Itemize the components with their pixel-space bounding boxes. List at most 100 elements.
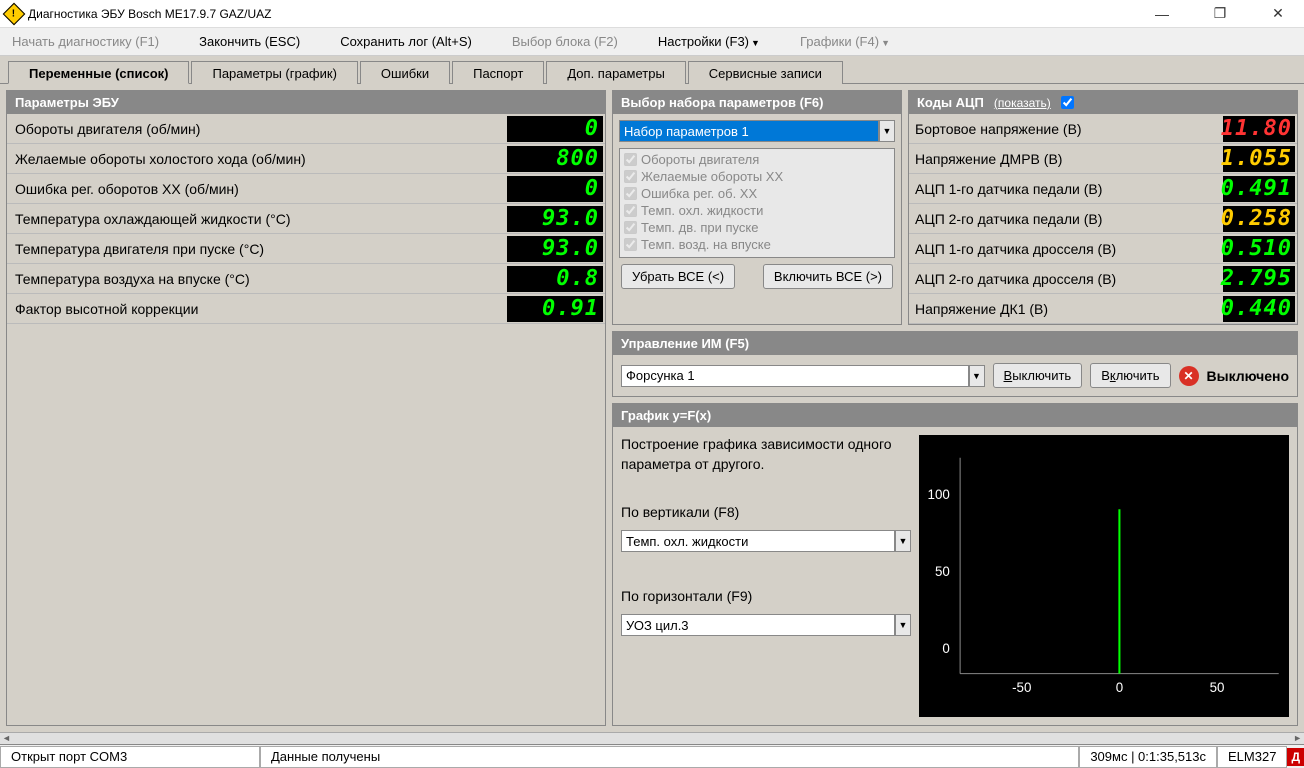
status-port: Открыт порт COM3 — [0, 746, 260, 768]
im-control-header: Управление ИМ (F5) — [613, 332, 1297, 355]
svg-text:50: 50 — [935, 564, 950, 579]
graph-panel: График y=F(x) Построение графика зависим… — [612, 403, 1298, 726]
im-on-button[interactable]: Включить — [1090, 363, 1170, 388]
horizontal-axis-select[interactable]: УОЗ цил.3 — [621, 614, 895, 636]
code-label: Напряжение ДК1 (В) — [909, 301, 1223, 317]
param-label: Желаемые обороты холостого хода (об/мин) — [7, 151, 507, 167]
param-check-item[interactable]: Темп. дв. при пуске — [622, 219, 892, 236]
param-checkbox[interactable] — [624, 170, 637, 183]
vertical-axis-label: По вертикали (F8) — [621, 504, 911, 520]
status-timing: 309мс | 0:1:35,513с — [1079, 746, 1217, 768]
vertical-axis-select[interactable]: Темп. охл. жидкости — [621, 530, 895, 552]
adc-code-row: Напряжение ДК1 (В)0.440 — [909, 294, 1297, 324]
ecu-param-row: Температура воздуха на впуске (°C)0.8 — [7, 264, 605, 294]
adc-code-row: АЦП 2-го датчика дросселя (В)2.795 — [909, 264, 1297, 294]
ecu-param-row: Желаемые обороты холостого хода (об/мин)… — [7, 144, 605, 174]
ecu-param-row: Обороты двигателя (об/мин)0 — [7, 114, 605, 144]
window-title: Диагностика ЭБУ Bosch ME17.9.7 GAZ/UAZ — [28, 7, 1142, 21]
param-checkbox[interactable] — [624, 153, 637, 166]
status-adapter: ELM327 — [1217, 746, 1287, 768]
param-set-panel: Выбор набора параметров (F6) Набор парам… — [612, 90, 902, 325]
remove-all-button[interactable]: Убрать ВСЕ (<) — [621, 264, 735, 289]
adc-code-row: АЦП 1-го датчика дросселя (В)0.510 — [909, 234, 1297, 264]
param-checkbox[interactable] — [624, 238, 637, 251]
adc-code-row: АЦП 2-го датчика педали (В)0.258 — [909, 204, 1297, 234]
chevron-down-icon[interactable]: ▼ — [879, 120, 895, 142]
im-status: Выключено — [1207, 368, 1289, 384]
im-select[interactable]: Форсунка 1 — [621, 365, 969, 387]
param-check-item[interactable]: Темп. охл. жидкости — [622, 202, 892, 219]
param-check-label: Ошибка рег. об. ХХ — [641, 186, 757, 201]
param-check-item[interactable]: Ошибка рег. об. ХХ — [622, 185, 892, 202]
code-value: 0.510 — [1223, 236, 1295, 262]
param-label: Температура охлаждающей жидкости (°C) — [7, 211, 507, 227]
param-check-label: Темп. охл. жидкости — [641, 203, 763, 218]
code-value: 11.80 — [1223, 116, 1295, 142]
menu-save-log[interactable]: Сохранить лог (Alt+S) — [340, 34, 472, 49]
adc-codes-header: Коды АЦП (показать) — [909, 91, 1297, 114]
ecu-params-panel: Параметры ЭБУ Обороты двигателя (об/мин)… — [6, 90, 606, 726]
tab-variables[interactable]: Переменные (список) — [8, 61, 189, 84]
param-check-item[interactable]: Обороты двигателя — [622, 151, 892, 168]
ecu-param-row: Температура двигателя при пуске (°C)93.0 — [7, 234, 605, 264]
menu-finish[interactable]: Закончить (ESC) — [199, 34, 300, 49]
code-label: Напряжение ДМРВ (В) — [909, 151, 1223, 167]
param-check-item[interactable]: Темп. возд. на впуске — [622, 236, 892, 253]
param-check-label: Темп. возд. на впуске — [641, 237, 771, 252]
stop-icon[interactable]: ✕ — [1179, 366, 1199, 386]
menu-start-diag: Начать диагностику (F1) — [12, 34, 159, 49]
param-check-label: Желаемые обороты ХХ — [641, 169, 783, 184]
close-button[interactable]: ✕ — [1258, 3, 1298, 25]
param-set-header: Выбор набора параметров (F6) — [613, 91, 901, 114]
param-checklist[interactable]: Обороты двигателяЖелаемые обороты ХХ Ошиб… — [619, 148, 895, 258]
chevron-down-icon: ▼ — [881, 38, 890, 48]
param-check-item[interactable]: Желаемые обороты ХХ — [622, 168, 892, 185]
code-value: 1.055 — [1223, 146, 1295, 172]
adc-code-row: Напряжение ДМРВ (В)1.055 — [909, 144, 1297, 174]
svg-text:0: 0 — [942, 641, 949, 656]
code-value: 0.491 — [1223, 176, 1295, 202]
plot-area: 100 50 0 -50 0 50 — [919, 435, 1289, 717]
menu-select-block: Выбор блока (F2) — [512, 34, 618, 49]
code-label: АЦП 1-го датчика дросселя (В) — [909, 241, 1223, 257]
param-value: 0.8 — [507, 266, 603, 292]
svg-text:0: 0 — [1116, 680, 1123, 695]
code-label: Бортовое напряжение (В) — [909, 121, 1223, 137]
param-value: 93.0 — [507, 236, 603, 262]
show-link[interactable]: (показать) — [994, 96, 1051, 110]
param-value: 0.91 — [507, 296, 603, 322]
chevron-down-icon[interactable]: ▼ — [895, 530, 911, 552]
code-label: АЦП 2-го датчика педали (В) — [909, 211, 1223, 227]
param-label: Фактор высотной коррекции — [7, 301, 507, 317]
tab-errors[interactable]: Ошибки — [360, 61, 450, 84]
chevron-down-icon[interactable]: ▼ — [895, 614, 911, 636]
tabstrip: Переменные (список) Параметры (график) О… — [0, 56, 1304, 84]
menu-settings[interactable]: Настройки (F3)▼ — [658, 34, 760, 49]
horizontal-scrollbar[interactable] — [0, 732, 1304, 744]
param-checkbox[interactable] — [624, 204, 637, 217]
param-value: 0 — [507, 176, 603, 202]
param-checkbox[interactable] — [624, 221, 637, 234]
app-icon — [3, 2, 26, 25]
graph-description: Построение графика зависимости одного па… — [621, 435, 911, 474]
minimize-button[interactable]: — — [1142, 3, 1182, 25]
im-off-button[interactable]: Выключить — [993, 363, 1083, 388]
show-checkbox[interactable] — [1061, 96, 1074, 109]
param-value: 0 — [507, 116, 603, 142]
chevron-down-icon: ▼ — [751, 38, 760, 48]
chevron-down-icon[interactable]: ▼ — [969, 365, 985, 387]
im-control-panel: Управление ИМ (F5) Форсунка 1 ▼ Выключит… — [612, 331, 1298, 397]
tab-add-params[interactable]: Доп. параметры — [546, 61, 685, 84]
statusbar: Открыт порт COM3 Данные получены 309мс |… — [0, 744, 1304, 768]
maximize-button[interactable]: ❐ — [1200, 3, 1240, 25]
tab-passport[interactable]: Паспорт — [452, 61, 544, 84]
menu-charts: Графики (F4)▼ — [800, 34, 890, 49]
tab-service[interactable]: Сервисные записи — [688, 61, 843, 84]
param-label: Ошибка рег. оборотов ХХ (об/мин) — [7, 181, 507, 197]
param-checkbox[interactable] — [624, 187, 637, 200]
code-label: АЦП 1-го датчика педали (В) — [909, 181, 1223, 197]
adc-code-row: Бортовое напряжение (В)11.80 — [909, 114, 1297, 144]
tab-params-graph[interactable]: Параметры (график) — [191, 61, 357, 84]
param-set-select[interactable]: Набор параметров 1 — [619, 120, 879, 142]
add-all-button[interactable]: Включить ВСЕ (>) — [763, 264, 893, 289]
